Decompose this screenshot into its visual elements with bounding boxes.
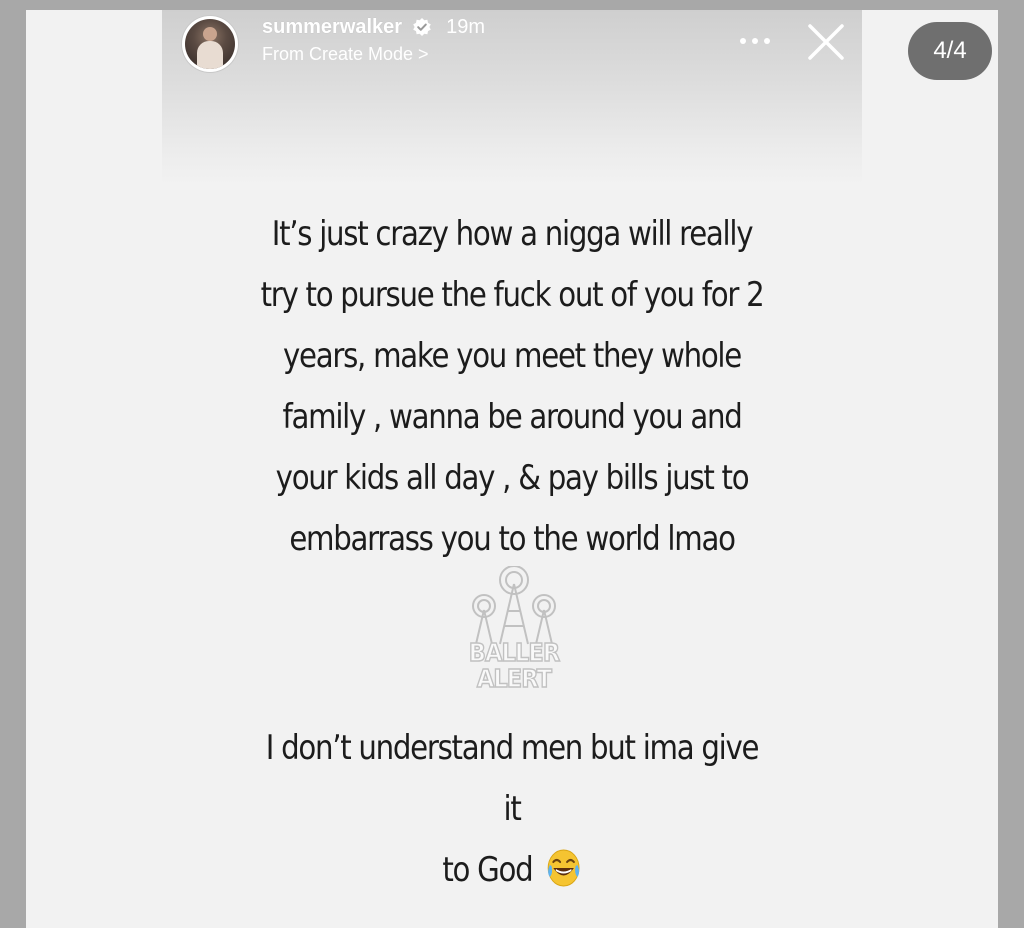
story-line: embarrass you to the world lmao	[289, 519, 736, 559]
story-line: years, make you meet they whole	[283, 336, 742, 376]
story-counter-badge: 4/4	[908, 22, 992, 80]
radio-tower-icon	[472, 565, 556, 645]
story-line-last: to God	[254, 840, 770, 901]
username[interactable]: summerwalker	[262, 16, 402, 39]
story-line: family , wanna be around you and	[282, 397, 743, 437]
story-line: try to pursue the fuck out of you for 2	[260, 275, 765, 315]
story-text-paragraph-2: I don’t understand men but ima give it t…	[254, 718, 770, 901]
close-icon[interactable]	[804, 20, 848, 64]
watermark-text: BALLER	[468, 637, 561, 668]
face-with-tears-of-joy-emoji	[547, 849, 580, 887]
story-text-paragraph-1: It’s just crazy how a nigga will really …	[244, 204, 781, 570]
story-line: It’s just crazy how a nigga will really	[271, 214, 754, 254]
verified-badge-icon	[413, 18, 431, 36]
create-mode-link[interactable]: From Create Mode >	[262, 44, 429, 65]
story-header-user: summerwalker 19m	[262, 14, 485, 40]
watermark-text: ALERT	[476, 663, 553, 694]
story-line: I don’t understand men but ima give it	[265, 728, 760, 829]
post-time: 19m	[446, 15, 485, 38]
story-line: to God	[442, 850, 533, 890]
avatar-photo	[185, 19, 235, 69]
baller-alert-watermark: BALLER ALERT	[454, 565, 574, 706]
story-line: your kids all day , & pay bills just to	[275, 458, 750, 498]
more-options-icon[interactable]	[738, 26, 772, 56]
avatar[interactable]	[182, 16, 238, 72]
